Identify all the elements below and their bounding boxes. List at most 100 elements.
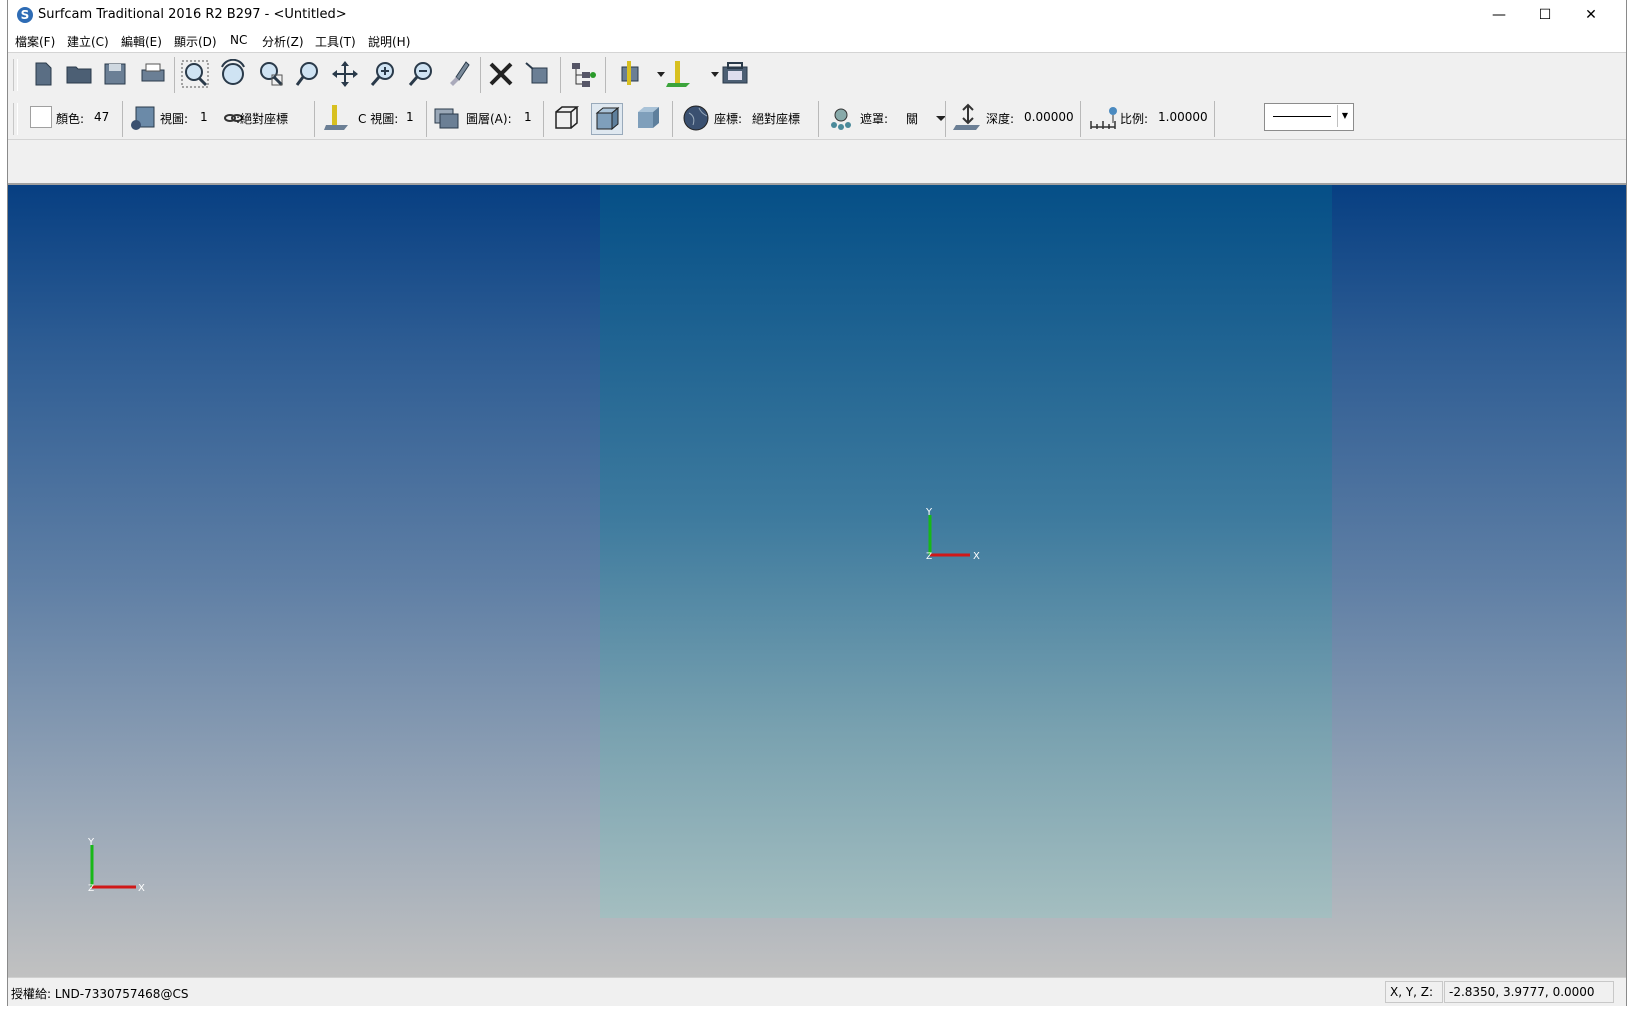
menu-tools[interactable]: 工具(T) (315, 33, 356, 50)
status-bar: 授權給: LND-7330757468@CS X, Y, Z: -2.8350,… (8, 977, 1626, 1006)
line-style-select[interactable]: ▼ (1264, 103, 1354, 131)
axis-y-label: Y (87, 837, 95, 848)
view-label: 視圖: (160, 112, 189, 126)
toolbar-separator (426, 101, 427, 137)
operations-manager-icon[interactable] (568, 59, 598, 89)
nc-plane-icon[interactable] (664, 59, 694, 89)
chevron-down-icon[interactable] (646, 59, 665, 89)
license-text: 授權給: LND-7330757468@CS (11, 987, 189, 1001)
rotate-view-icon[interactable] (218, 58, 248, 89)
print-icon[interactable] (138, 59, 168, 89)
xyz-readout: -2.8350, 3.9777, 0.0000 (1444, 981, 1614, 1003)
transform-icon[interactable] (522, 59, 552, 89)
toolbar-separator (1214, 101, 1215, 137)
cview-icon[interactable] (322, 103, 352, 133)
line-style-sample (1273, 116, 1331, 117)
toolbar-separator (480, 57, 481, 93)
depth-label: 深度: (986, 112, 1015, 126)
toolbar-separator (122, 101, 123, 137)
title-bar[interactable]: S Surfcam Traditional 2016 R2 B297 - <Un… (8, 0, 1626, 30)
graphics-viewport[interactable]: Y X Z Y X Z (8, 185, 1626, 977)
toolbar-separator (314, 101, 315, 137)
link-icon[interactable] (218, 103, 243, 133)
scale-label: 比例: (1120, 112, 1149, 126)
mask-value[interactable]: 關 (906, 110, 918, 127)
repaint-brush-icon[interactable] (444, 59, 474, 89)
coord-mode-label[interactable]: :絕對座標 (236, 110, 288, 127)
nc-tool-icon[interactable] (614, 59, 644, 89)
toolbar-grip[interactable] (13, 103, 18, 135)
axis-x-label: X (973, 551, 980, 562)
window-title: Surfcam Traditional 2016 R2 B297 - <Unti… (38, 7, 347, 22)
delete-icon[interactable] (486, 59, 516, 89)
toolbar-separator (543, 101, 544, 137)
mask-label: 遮罩: (860, 112, 889, 126)
toolbar-separator (560, 57, 561, 93)
coordsys-label: 座標: (714, 112, 743, 126)
zoom-icon[interactable] (294, 59, 324, 89)
layer-value[interactable]: 1 (524, 110, 532, 124)
cview-label: C 視圖: (358, 112, 399, 126)
menu-edit[interactable]: 編輯(E) (121, 33, 162, 50)
menu-analyze[interactable]: 分析(Z) (262, 33, 304, 50)
layers-icon[interactable] (432, 103, 462, 133)
menu-create[interactable]: 建立(C) (67, 33, 109, 50)
maximize-button[interactable]: ☐ (1522, 0, 1568, 30)
coordsys-value[interactable]: 絕對座標 (752, 110, 800, 127)
zoom-fit-icon[interactable] (256, 59, 286, 89)
menu-nc[interactable]: NC (230, 33, 247, 47)
color-value[interactable]: 47 (94, 110, 109, 124)
axis-x-label: X (138, 883, 145, 894)
globe-icon[interactable] (681, 103, 711, 133)
shaded-icon[interactable] (633, 103, 663, 133)
menu-file[interactable]: 檔案(F) (15, 33, 55, 50)
axis-z-label: Z (88, 884, 94, 894)
center-axis-triad: Y X Z (925, 507, 980, 562)
toolbar-separator (672, 101, 673, 137)
view-toolbar: 顏色: 47 視圖: 1 :絕對座標 C 視圖: 1 圖層(A): 1 座標: … (8, 97, 1626, 140)
empty-toolbar-row (8, 140, 1626, 185)
chevron-down-icon[interactable] (926, 103, 946, 133)
color-swatch[interactable] (30, 106, 52, 128)
save-icon[interactable] (100, 59, 130, 89)
standard-toolbar (8, 52, 1626, 98)
shaded-edges-icon[interactable] (591, 103, 623, 135)
zoom-in-icon[interactable] (368, 59, 398, 89)
scale-ruler-icon[interactable] (1088, 103, 1118, 133)
mask-icon[interactable] (826, 103, 856, 133)
toolbar-separator (818, 101, 819, 137)
scale-value[interactable]: 1.00000 (1158, 110, 1208, 124)
depth-value[interactable]: 0.00000 (1024, 110, 1074, 124)
view-icon[interactable] (128, 103, 158, 133)
menu-bar: 檔案(F) 建立(C) 編輯(E) 顯示(D) NC 分析(Z) 工具(T) 說… (8, 30, 1626, 52)
color-label: 顏色: (56, 112, 85, 126)
open-file-icon[interactable] (64, 59, 94, 89)
view-value[interactable]: 1 (200, 110, 208, 124)
depth-icon[interactable] (953, 103, 983, 133)
chevron-down-icon[interactable] (700, 59, 719, 89)
toolbar-separator (605, 57, 606, 93)
axis-y-label: Y (925, 507, 933, 518)
toolbox-icon[interactable] (720, 59, 750, 89)
close-button[interactable]: ✕ (1568, 0, 1614, 30)
axis-z-label: Z (926, 552, 932, 562)
wireframe-icon[interactable] (551, 103, 581, 133)
menu-help[interactable]: 說明(H) (368, 33, 410, 50)
toolbar-grip[interactable] (13, 59, 18, 91)
chevron-down-icon[interactable]: ▼ (1337, 105, 1352, 127)
pan-icon[interactable] (330, 59, 360, 89)
zoom-out-icon[interactable] (406, 59, 436, 89)
cview-value[interactable]: 1 (406, 110, 414, 124)
menu-display[interactable]: 顯示(D) (174, 33, 217, 50)
corner-axis-triad: Y X Z (87, 837, 145, 894)
toolbar-separator (945, 101, 946, 137)
minimize-button[interactable]: — (1476, 0, 1522, 30)
main-window: S Surfcam Traditional 2016 R2 B297 - <Un… (7, 0, 1627, 1006)
layer-label: 圖層(A): (466, 112, 512, 126)
toolbar-separator (1080, 101, 1081, 137)
zoom-window-icon[interactable] (180, 59, 210, 89)
new-file-icon[interactable] (28, 59, 58, 89)
app-icon: S (17, 7, 33, 23)
toolbar-separator (174, 57, 175, 93)
xyz-label: X, Y, Z: (1385, 981, 1443, 1003)
